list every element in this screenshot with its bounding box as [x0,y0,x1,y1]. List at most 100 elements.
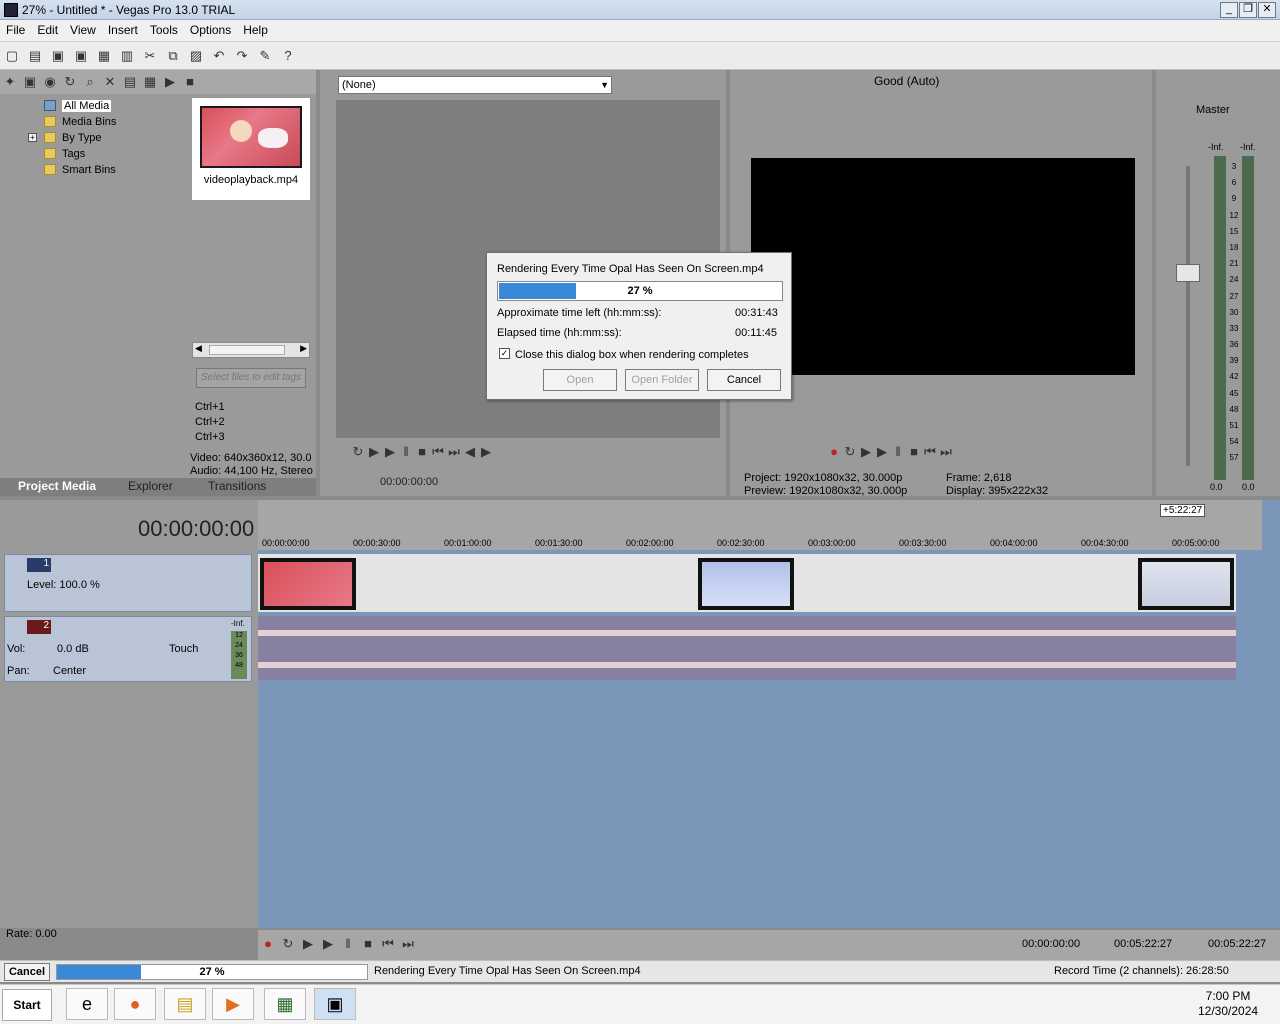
loop-icon[interactable]: ↻ [350,444,366,460]
open-icon[interactable]: ▤ [27,48,43,64]
stop-icon[interactable]: ■ [414,444,430,460]
pause-icon[interactable]: ‖ [340,936,356,952]
video-track-header[interactable]: 1 Level: 100.0 % [4,554,252,612]
views-icon[interactable]: ▦ [142,74,158,90]
track-level: Level: 100.0 % [27,579,100,591]
vegas-icon[interactable]: ▣ [314,988,356,1020]
tab-project-media[interactable]: Project Media [18,479,96,493]
next-frame-icon[interactable]: ▶ [478,444,494,460]
scroll-right-icon[interactable]: ▶ [300,343,307,354]
undo-icon[interactable]: ↶ [211,48,227,64]
computer-icon[interactable]: ▦ [264,988,306,1020]
menu-help[interactable]: Help [237,20,274,40]
menu-file[interactable]: File [0,20,31,40]
menu-options[interactable]: Options [184,20,237,40]
menu-edit[interactable]: Edit [31,20,64,40]
paste-icon[interactable]: ▨ [188,48,204,64]
loop-icon[interactable]: ↻ [280,936,296,952]
timeline-ruler[interactable]: +5:22:27 00:00:00:00 00:00:30:00 00:01:00:… [258,500,1262,550]
firefox-icon[interactable]: ● [114,988,156,1020]
media-scrollbar[interactable]: ◀ ▶ [192,342,310,358]
video-event-1[interactable] [260,558,356,610]
video-event-2[interactable] [698,558,794,610]
capture-icon[interactable]: ▣ [22,74,38,90]
trimmer-dropdown[interactable]: (None) ▼ [338,76,612,94]
remove-icon[interactable]: ✕ [102,74,118,90]
pause-icon[interactable]: ‖ [890,444,906,460]
stop-media-icon[interactable]: ■ [182,74,198,90]
play-icon[interactable]: ▶ [382,444,398,460]
scroll-left-icon[interactable]: ◀ [195,343,202,354]
properties-wand-icon[interactable]: ✎ [257,48,273,64]
go-to-start-icon[interactable]: ⏮ [380,936,396,952]
loop-icon[interactable]: ↻ [842,444,858,460]
audio-track-header[interactable]: 2 Vol: 0.0 dB Pan: Center Touch -Inf. 12… [4,616,252,682]
close-when-done-checkbox[interactable]: ✓ [499,348,510,359]
restore-icon[interactable]: ❐ [1239,2,1257,18]
play-icon[interactable]: ▶ [320,936,336,952]
cancel-button[interactable]: Cancel [707,369,781,391]
properties-icon[interactable]: ▥ [119,48,135,64]
go-to-start-icon[interactable]: ⏮ [922,444,938,460]
minimize-icon[interactable]: _ [1220,2,1238,18]
record-icon[interactable]: ● [260,936,276,952]
status-cancel-button[interactable]: Cancel [4,963,50,981]
stop-icon[interactable]: ■ [906,444,922,460]
open-folder-button[interactable]: Open Folder [625,369,699,391]
go-to-end-icon[interactable]: ⏭ [400,936,416,952]
tree-item-media-bins[interactable]: Media Bins [20,114,186,130]
play-from-start-icon[interactable]: ▶ [300,936,316,952]
record-icon[interactable]: ● [826,444,842,460]
preview-quality[interactable]: Good (Auto) [874,74,939,88]
go-to-end-icon[interactable]: ⏭ [938,444,954,460]
menu-view[interactable]: View [64,20,102,40]
new-icon[interactable]: ▢ [4,48,20,64]
play-from-start-icon[interactable]: ▶ [366,444,382,460]
cut-icon[interactable]: ✂ [142,48,158,64]
scroll-thumb[interactable] [209,345,285,355]
previous-frame-icon[interactable]: ◀ [462,444,478,460]
play-media-icon[interactable]: ▶ [162,74,178,90]
copy-icon[interactable]: ⧉ [165,48,181,64]
tree-item-by-type[interactable]: + By Type [20,130,186,146]
internet-explorer-icon[interactable]: e [66,988,108,1020]
tree-item-tags[interactable]: Tags [20,146,186,162]
play-icon[interactable]: ▶ [874,444,890,460]
menu-tools[interactable]: Tools [144,20,184,40]
start-button[interactable]: Start [2,989,52,1021]
close-icon[interactable]: ✕ [1258,2,1276,18]
timeline[interactable]: +5:22:27 00:00:00:00 00:00:30:00 00:01:00:… [258,500,1280,928]
open-button[interactable]: Open [543,369,617,391]
menu-insert[interactable]: Insert [102,20,144,40]
master-fader[interactable] [1176,264,1200,282]
pause-icon[interactable]: ‖ [398,444,414,460]
go-to-end-icon[interactable]: ⏭ [446,444,462,460]
save-icon[interactable]: ▣ [50,48,66,64]
tree-item-all-media[interactable]: All Media [20,98,186,114]
play-from-start-icon[interactable]: ▶ [858,444,874,460]
tab-explorer[interactable]: Explorer [128,479,173,493]
media-thumbnail[interactable]: videoplayback.mp4 [192,98,310,200]
import-media-icon[interactable]: ✦ [2,74,18,90]
whats-this-icon[interactable]: ? [280,48,296,64]
redo-icon[interactable]: ↷ [234,48,250,64]
video-event-3[interactable] [1138,558,1234,610]
file-explorer-icon[interactable]: ▤ [164,988,206,1020]
project-media-panel: ✦ ▣ ◉ ↻ ⌕ ✕ ▤ ▦ ▶ ■ All Media Media Bins + By Type… [0,70,316,496]
stop-icon[interactable]: ■ [360,936,376,952]
save-as-icon[interactable]: ▣ [73,48,89,64]
media-player-icon[interactable]: ▶ [212,988,254,1020]
refresh-icon[interactable]: ↻ [62,74,78,90]
video-track[interactable] [258,554,1236,612]
render-icon[interactable]: ▦ [96,48,112,64]
go-to-start-icon[interactable]: ⏮ [430,444,446,460]
automation-mode[interactable]: Touch [169,643,198,655]
search-icon[interactable]: ⌕ [82,74,98,90]
audio-track[interactable] [258,616,1236,680]
extract-audio-icon[interactable]: ◉ [42,74,58,90]
tree-item-smart-bins[interactable]: Smart Bins [20,162,186,178]
media-properties-icon[interactable]: ▤ [122,74,138,90]
tab-transitions[interactable]: Transitions [208,479,266,493]
tag-input[interactable]: Select files to edit tags [196,368,306,388]
menu-bar: File Edit View Insert Tools Options Help [0,20,1280,42]
